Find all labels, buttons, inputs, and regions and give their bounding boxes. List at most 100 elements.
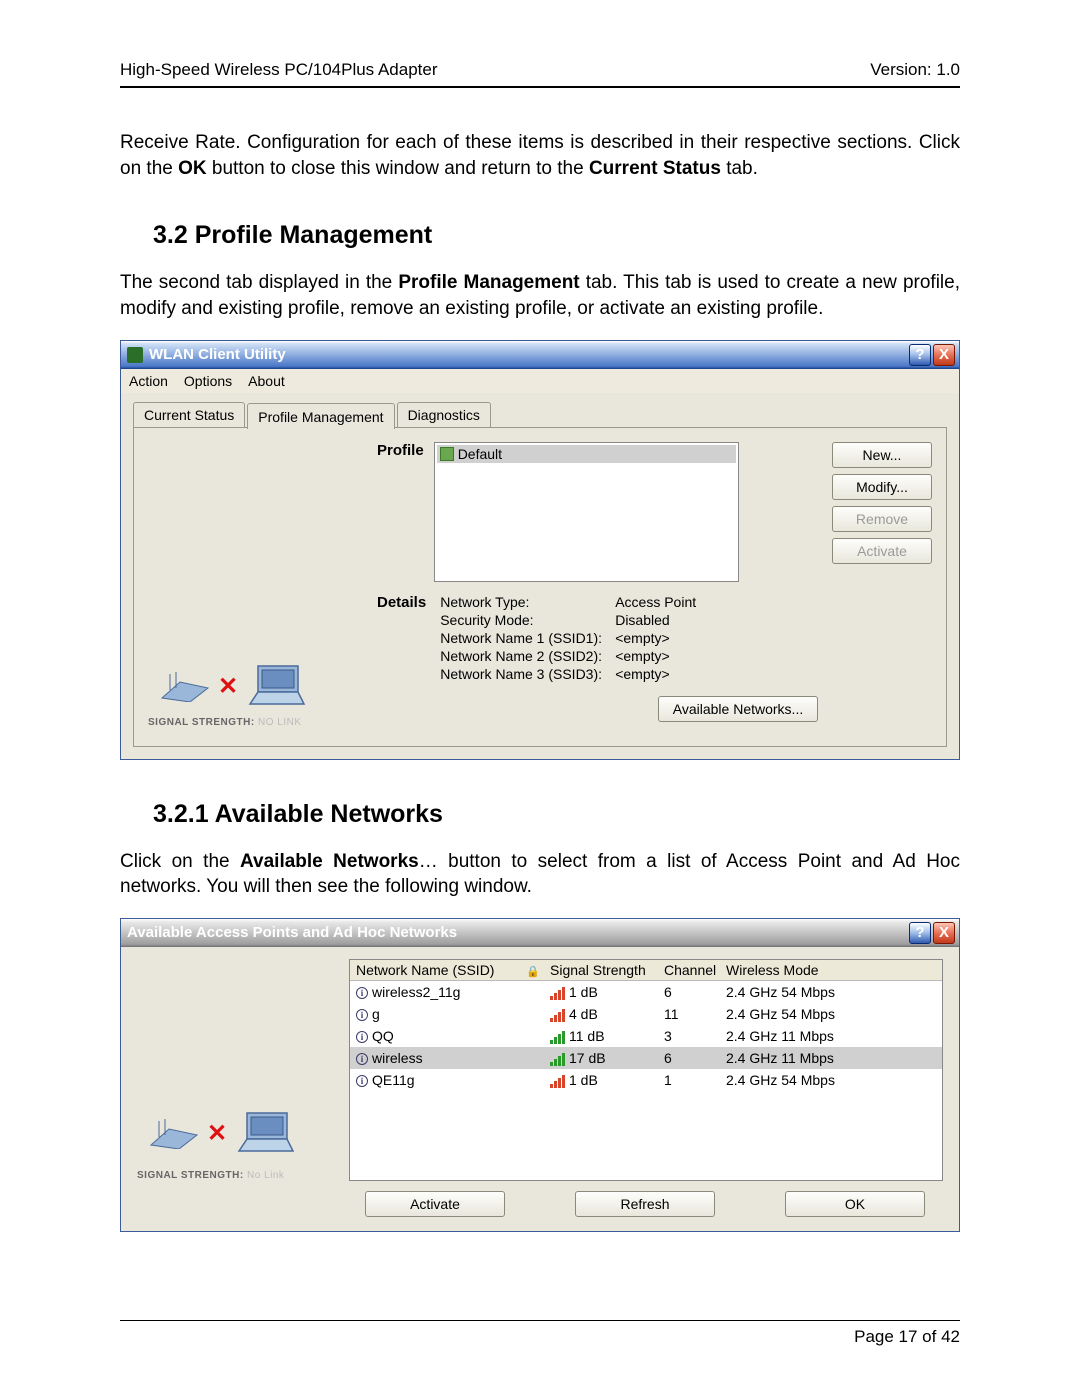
cell-mode: 2.4 GHz 54 Mbps (720, 1004, 942, 1024)
cell-security (520, 1056, 544, 1060)
header-right: Version: 1.0 (870, 60, 960, 80)
modify-button[interactable]: Modify... (832, 474, 932, 500)
link-status-graphic: ✕ (137, 1104, 307, 1164)
ok-button[interactable]: OK (785, 1191, 925, 1217)
table-row[interactable]: ig 4 dB112.4 GHz 54 Mbps (350, 1003, 942, 1025)
signal-strength-label: SIGNAL STRENGTH: NO LINK (148, 717, 302, 728)
new-button[interactable]: New... (832, 442, 932, 468)
networks-table: Network Name (SSID) 🔒 Signal Strength Ch… (349, 959, 943, 1181)
cell-signal: 17 dB (544, 1048, 658, 1068)
titlebar[interactable]: WLAN Client Utility ? X (121, 341, 959, 369)
table-row[interactable]: iQE11g 1 dB12.4 GHz 54 Mbps (350, 1069, 942, 1091)
col-header-mode[interactable]: Wireless Mode (720, 960, 942, 980)
cell-ssid: iwireless2_11g (350, 982, 520, 1002)
menu-about[interactable]: About (248, 373, 285, 389)
info-icon: i (356, 1075, 368, 1087)
signal-bars-icon (550, 1009, 565, 1022)
col-header-channel[interactable]: Channel (658, 960, 720, 980)
refresh-button[interactable]: Refresh (575, 1191, 715, 1217)
cell-channel: 6 (658, 1048, 720, 1068)
signal-bars-icon (550, 987, 565, 1000)
tab-profile-management[interactable]: Profile Management (247, 403, 394, 429)
window-title: WLAN Client Utility (149, 346, 286, 363)
cell-channel: 3 (658, 1026, 720, 1046)
col-header-ssid[interactable]: Network Name (SSID) (350, 960, 520, 980)
cell-signal: 11 dB (544, 1026, 658, 1046)
activate-button[interactable]: Activate (365, 1191, 505, 1217)
info-icon: i (356, 1009, 368, 1021)
signal-bars-icon (550, 1031, 565, 1044)
table-row[interactable]: iQQ11 dB32.4 GHz 11 Mbps (350, 1025, 942, 1047)
close-button[interactable]: X (933, 344, 955, 366)
help-button[interactable]: ? (909, 922, 931, 944)
window-wlan-client-utility: WLAN Client Utility ? X Action Options A… (120, 340, 960, 760)
close-icon: X (939, 924, 949, 941)
available-networks-button[interactable]: Available Networks... (658, 696, 818, 722)
cell-mode: 2.4 GHz 11 Mbps (720, 1048, 942, 1068)
help-icon: ? (915, 346, 924, 363)
profile-item-icon (440, 447, 454, 461)
signal-strength-value: No Link (247, 1170, 284, 1181)
link-status-graphic: ✕ (148, 657, 318, 717)
disconnected-x-icon: ✕ (207, 1119, 227, 1148)
laptop-icon (246, 664, 306, 710)
info-icon: i (356, 987, 368, 999)
titlebar[interactable]: Available Access Points and Ad Hoc Netwo… (121, 919, 959, 947)
table-body: iwireless2_11g1 dB62.4 GHz 54 Mbpsig4 dB… (350, 981, 942, 1091)
window-title: Available Access Points and Ad Hoc Netwo… (127, 924, 457, 941)
router-icon (149, 1119, 199, 1149)
tab-diagnostics[interactable]: Diagnostics (397, 402, 491, 428)
table-row[interactable]: iwireless17 dB62.4 GHz 11 Mbps (350, 1047, 942, 1069)
details-section-label: Details (377, 594, 426, 682)
activate-button[interactable]: Activate (832, 538, 932, 564)
close-icon: X (939, 346, 949, 363)
body-paragraph-1: Receive Rate. Configuration for each of … (120, 130, 960, 181)
detail-value-ssid3: <empty> (615, 666, 765, 682)
signal-bars-icon (550, 1075, 565, 1088)
details-grid: Network Type:Access Point Security Mode:… (440, 594, 765, 682)
heading-3.2.1: 3.2.1 Available Networks (153, 800, 960, 829)
lock-icon: 🔒 (526, 966, 540, 978)
cell-signal: 1 dB (544, 982, 658, 1002)
table-header: Network Name (SSID) 🔒 Signal Strength Ch… (350, 960, 942, 981)
close-button[interactable]: X (933, 922, 955, 944)
cell-security (520, 1012, 544, 1016)
tab-current-status[interactable]: Current Status (133, 402, 245, 428)
profile-section-label: Profile (377, 442, 424, 459)
detail-label-network-type: Network Type: (440, 594, 615, 610)
page-footer: Page 17 of 42 (120, 1320, 960, 1347)
col-header-signal[interactable]: Signal Strength (544, 960, 658, 980)
detail-label-ssid1: Network Name 1 (SSID1): (440, 630, 615, 646)
cell-signal: 4 dB (544, 1004, 658, 1024)
profile-list-item[interactable]: Default (437, 445, 736, 463)
detail-label-ssid2: Network Name 2 (SSID2): (440, 648, 615, 664)
detail-value-ssid2: <empty> (615, 648, 765, 664)
col-header-security-icon[interactable]: 🔒 (520, 960, 544, 980)
cell-mode: 2.4 GHz 54 Mbps (720, 1070, 942, 1090)
cell-security (520, 990, 544, 994)
signal-strength-value: NO LINK (258, 717, 302, 728)
heading-3.2: 3.2 Profile Management (153, 221, 960, 250)
cell-ssid: ig (350, 1004, 520, 1024)
remove-button[interactable]: Remove (832, 506, 932, 532)
help-button[interactable]: ? (909, 344, 931, 366)
detail-label-ssid3: Network Name 3 (SSID3): (440, 666, 615, 682)
laptop-icon (235, 1111, 295, 1157)
cell-channel: 11 (658, 1004, 720, 1024)
menu-action[interactable]: Action (129, 373, 168, 389)
info-icon: i (356, 1053, 368, 1065)
tab-content: ✕ SIGNAL STRENGTH: NO LINK Profile (133, 427, 947, 747)
cell-signal: 1 dB (544, 1070, 658, 1090)
cell-ssid: iQQ (350, 1026, 520, 1046)
disconnected-x-icon: ✕ (218, 672, 238, 701)
cell-ssid: iQE11g (350, 1070, 520, 1090)
profile-listbox[interactable]: Default (434, 442, 739, 582)
menu-options[interactable]: Options (184, 373, 232, 389)
window-available-networks: Available Access Points and Ad Hoc Netwo… (120, 918, 960, 1232)
app-icon (127, 347, 143, 363)
cell-channel: 1 (658, 1070, 720, 1090)
table-row[interactable]: iwireless2_11g1 dB62.4 GHz 54 Mbps (350, 981, 942, 1003)
detail-value-security-mode: Disabled (615, 612, 765, 628)
page-header: High-Speed Wireless PC/104Plus Adapter V… (120, 60, 960, 88)
cell-security (520, 1034, 544, 1038)
